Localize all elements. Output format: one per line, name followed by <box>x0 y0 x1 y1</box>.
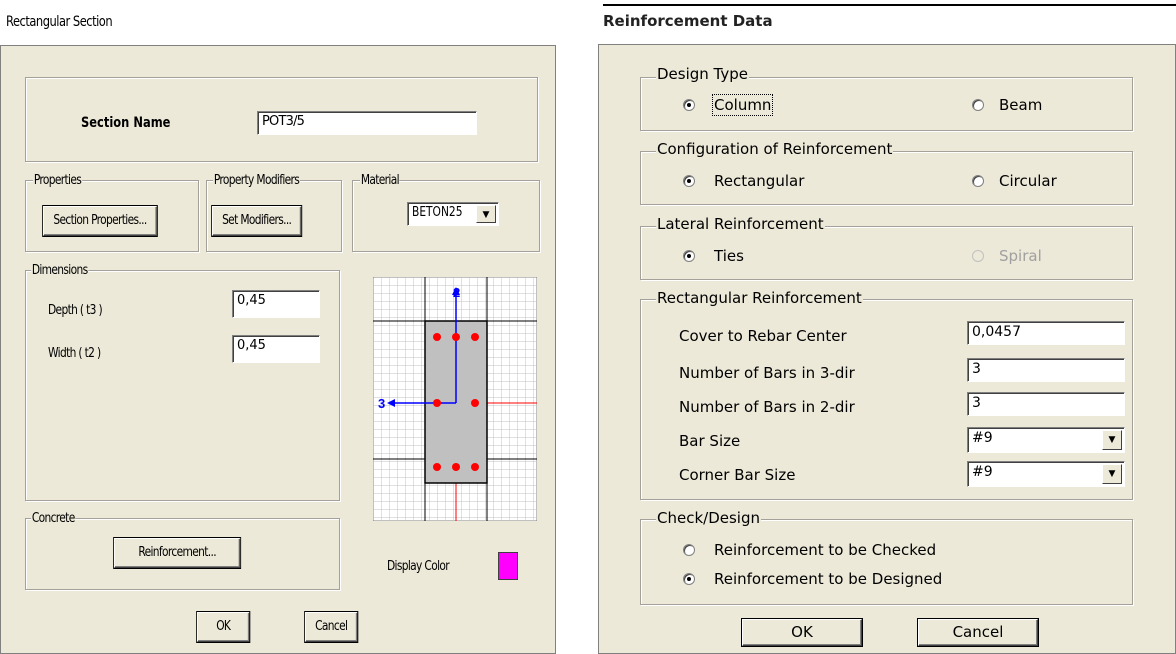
width-input[interactable]: 0,45 <box>232 335 320 363</box>
bar-size-value: #9 <box>972 430 993 446</box>
axis-3-label: 3 <box>378 396 385 411</box>
title-rule <box>603 4 1176 6</box>
section-name-label: Section Name <box>81 115 171 131</box>
cover-label: Cover to Rebar Center <box>679 327 847 345</box>
window-title: Reinforcement Data <box>603 12 773 30</box>
spiral-radio <box>972 250 984 262</box>
ties-radio[interactable] <box>683 250 695 262</box>
beam-label: Beam <box>999 96 1043 114</box>
section-preview: 2 3 <box>373 277 537 521</box>
rect-reinforcement-title: Rectangular Reinforcement <box>656 289 863 307</box>
width-label: Width ( t2 ) <box>48 346 101 361</box>
chevron-down-icon[interactable]: ▼ <box>1102 464 1122 484</box>
corner-bar-size-label: Corner Bar Size <box>679 466 796 484</box>
depth-label: Depth ( t3 ) <box>48 303 103 318</box>
dimensions-title: Dimensions <box>31 263 89 278</box>
ties-label: Ties <box>714 247 744 265</box>
beam-radio[interactable] <box>972 99 984 111</box>
material-select[interactable]: BETON25 ▼ <box>407 202 499 226</box>
rectangular-label: Rectangular <box>714 172 805 190</box>
bars-3dir-input[interactable]: 3 <box>967 358 1125 382</box>
rebar-dot <box>452 463 460 471</box>
ok-button[interactable]: OK <box>742 619 862 646</box>
column-radio[interactable] <box>683 99 695 111</box>
cancel-button[interactable]: Cancel <box>918 619 1038 646</box>
cancel-button[interactable]: Cancel <box>305 612 358 642</box>
circular-radio[interactable] <box>972 175 984 187</box>
chevron-down-icon[interactable]: ▼ <box>1102 430 1122 450</box>
properties-title: Properties <box>33 173 82 188</box>
checked-label: Reinforcement to be Checked <box>714 541 937 559</box>
display-color-label: Display Color <box>387 559 450 574</box>
rebar-dot <box>471 399 479 407</box>
bars-2dir-label: Number of Bars in 2-dir <box>679 398 855 416</box>
material-title: Material <box>360 173 400 188</box>
designed-radio[interactable] <box>683 573 695 585</box>
rectangular-radio[interactable] <box>683 175 695 187</box>
check-design-title: Check/Design <box>656 509 761 527</box>
rebar-dot <box>433 463 441 471</box>
spiral-label: Spiral <box>999 247 1042 265</box>
designed-label: Reinforcement to be Designed <box>714 570 943 588</box>
bar-size-select[interactable]: #9 ▼ <box>967 427 1125 453</box>
corner-bar-size-value: #9 <box>972 464 993 480</box>
column-label: Column <box>711 94 774 116</box>
rebar-dot <box>471 333 479 341</box>
section-properties-button[interactable]: Section Properties... <box>43 206 157 236</box>
set-modifiers-button[interactable]: Set Modifiers... <box>212 206 302 236</box>
cover-input[interactable]: 0,0457 <box>967 321 1125 345</box>
rebar-dot <box>452 333 460 341</box>
corner-bar-size-select[interactable]: #9 ▼ <box>967 461 1125 487</box>
bar-size-label: Bar Size <box>679 432 741 450</box>
axis-2-label: 2 <box>453 285 460 300</box>
rebar-dot <box>433 333 441 341</box>
chevron-down-icon[interactable]: ▼ <box>476 205 496 223</box>
material-select-value: BETON25 <box>412 205 463 220</box>
concrete-title: Concrete <box>31 511 76 526</box>
checked-radio[interactable] <box>683 544 695 556</box>
depth-input[interactable]: 0,45 <box>232 290 320 318</box>
bars-2dir-input[interactable]: 3 <box>967 392 1125 416</box>
section-name-input[interactable]: POT3/5 <box>257 111 477 135</box>
display-color-swatch[interactable] <box>498 552 518 580</box>
ok-button[interactable]: OK <box>197 612 250 642</box>
lateral-title: Lateral Reinforcement <box>656 215 825 233</box>
rebar-dot <box>471 463 479 471</box>
check-design-group <box>640 519 1133 605</box>
property-modifiers-title: Property Modifiers <box>213 173 300 188</box>
bars-3dir-label: Number of Bars in 3-dir <box>679 364 855 382</box>
reinforcement-button[interactable]: Reinforcement... <box>114 538 241 568</box>
design-type-title: Design Type <box>656 65 750 83</box>
rebar-dot <box>433 399 441 407</box>
window-title: Rectangular Section <box>6 14 113 30</box>
configuration-title: Configuration of Reinforcement <box>656 140 894 158</box>
circular-label: Circular <box>999 172 1057 190</box>
